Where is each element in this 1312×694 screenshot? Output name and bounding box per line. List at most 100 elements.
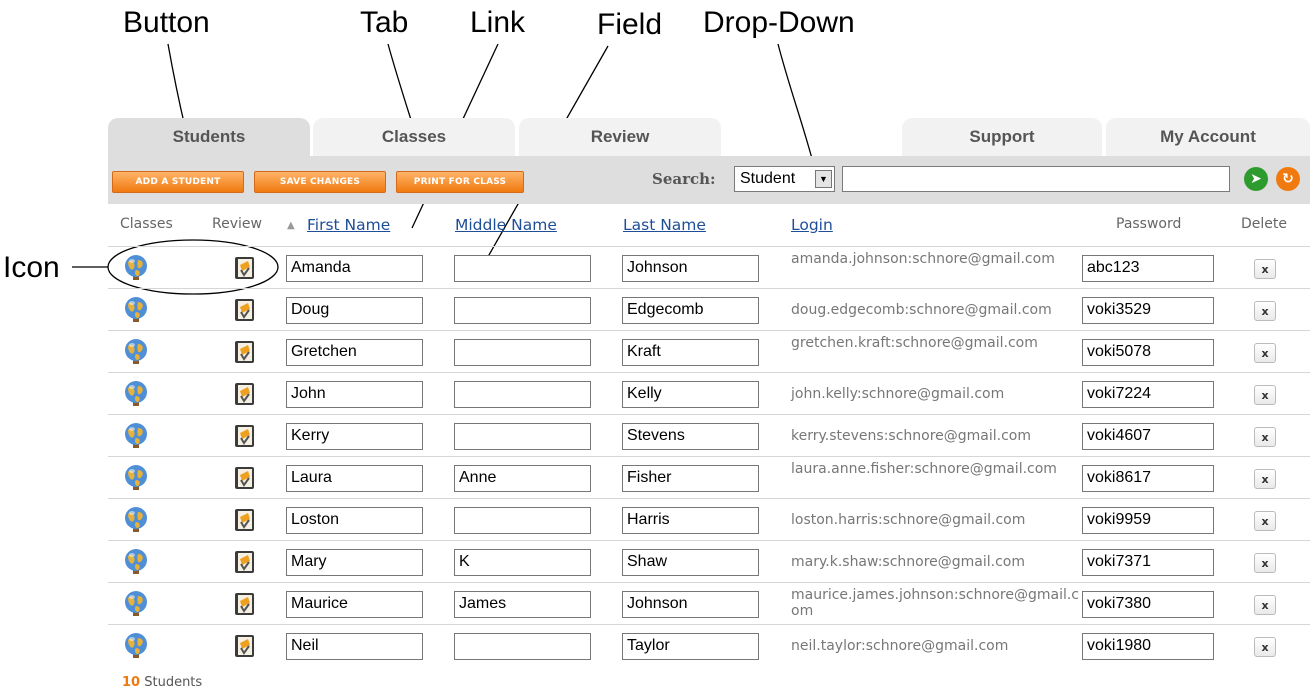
table-row: Loston Harris loston.harris:schnore@gmai… <box>108 498 1310 540</box>
callout-field-label: Field <box>597 8 663 41</box>
column-header-last-name-link[interactable]: Last Name <box>623 216 706 234</box>
last-name-field[interactable]: Stevens <box>622 423 759 450</box>
password-field[interactable]: voki5078 <box>1082 339 1214 366</box>
close-icon[interactable]: x <box>1254 385 1276 405</box>
password-field[interactable]: voki3529 <box>1082 297 1214 324</box>
middle-name-field[interactable] <box>454 633 591 660</box>
last-name-field[interactable]: Johnson <box>622 591 759 618</box>
globe-icon[interactable] <box>122 548 150 576</box>
book-icon[interactable] <box>232 255 258 281</box>
search-input[interactable] <box>842 166 1230 192</box>
middle-name-field[interactable] <box>454 297 591 324</box>
first-name-field[interactable]: Loston <box>286 507 423 534</box>
middle-name-field[interactable]: K <box>454 549 591 576</box>
tab-support[interactable]: Support <box>902 118 1102 156</box>
tab-my-account[interactable]: My Account <box>1106 118 1310 156</box>
middle-name-field[interactable]: James <box>454 591 591 618</box>
last-name-field[interactable]: Johnson <box>622 255 759 282</box>
globe-icon[interactable] <box>122 422 150 450</box>
first-name-field[interactable]: John <box>286 381 423 408</box>
middle-name-field[interactable] <box>454 381 591 408</box>
book-icon[interactable] <box>232 465 258 491</box>
first-name-field[interactable]: Amanda <box>286 255 423 282</box>
column-header-first-name-link[interactable]: First Name <box>307 216 390 234</box>
close-icon[interactable]: x <box>1254 301 1276 321</box>
student-count: 10 Students <box>122 675 202 690</box>
print-for-class-button[interactable]: PRINT FOR CLASS <box>396 171 524 193</box>
globe-icon[interactable] <box>122 632 150 660</box>
globe-icon[interactable] <box>122 254 150 282</box>
globe-icon[interactable] <box>122 380 150 408</box>
first-name-field[interactable]: Kerry <box>286 423 423 450</box>
password-field[interactable]: voki7224 <box>1082 381 1214 408</box>
add-student-button[interactable]: ADD A STUDENT <box>112 171 244 193</box>
book-icon[interactable] <box>232 507 258 533</box>
last-name-field[interactable]: Harris <box>622 507 759 534</box>
password-field[interactable]: voki7380 <box>1082 591 1214 618</box>
login-value: loston.harris:schnore@gmail.com <box>791 512 1026 528</box>
first-name-field[interactable]: Maurice <box>286 591 423 618</box>
close-icon[interactable]: x <box>1254 469 1276 489</box>
close-icon[interactable]: x <box>1254 553 1276 573</box>
book-icon[interactable] <box>232 381 258 407</box>
close-icon[interactable]: x <box>1254 343 1276 363</box>
first-name-field[interactable]: Mary <box>286 549 423 576</box>
search-scope-dropdown[interactable]: Student ▼ <box>734 166 835 192</box>
first-name-field[interactable]: Neil <box>286 633 423 660</box>
book-icon[interactable] <box>232 339 258 365</box>
tab-students[interactable]: Students <box>108 118 310 156</box>
globe-icon[interactable] <box>122 296 150 324</box>
password-field[interactable]: voki8617 <box>1082 465 1214 492</box>
login-value: laura.anne.fisher:schnore@gmail.com <box>791 461 1057 477</box>
last-name-field[interactable]: Shaw <box>622 549 759 576</box>
middle-name-field[interactable]: Anne <box>454 465 591 492</box>
close-icon[interactable]: x <box>1254 427 1276 447</box>
password-field[interactable]: voki1980 <box>1082 633 1214 660</box>
close-icon[interactable]: x <box>1254 595 1276 615</box>
close-icon[interactable]: x <box>1254 511 1276 531</box>
chevron-down-icon[interactable]: ▼ <box>815 170 832 188</box>
last-name-field[interactable]: Fisher <box>622 465 759 492</box>
middle-name-field[interactable] <box>454 507 591 534</box>
first-name-field[interactable]: Laura <box>286 465 423 492</box>
middle-name-field[interactable] <box>454 255 591 282</box>
book-icon[interactable] <box>232 423 258 449</box>
last-name-field[interactable]: Kraft <box>622 339 759 366</box>
save-changes-button[interactable]: SAVE CHANGES <box>254 171 386 193</box>
globe-icon[interactable] <box>122 464 150 492</box>
book-icon[interactable] <box>232 591 258 617</box>
tab-review[interactable]: Review <box>519 118 721 156</box>
arrow-right-icon[interactable]: ➤ <box>1244 167 1268 191</box>
tab-classes[interactable]: Classes <box>313 118 515 156</box>
table-row: Maurice James Johnson maurice.james.john… <box>108 582 1310 624</box>
globe-icon[interactable] <box>122 338 150 366</box>
callout-tab-label: Tab <box>360 6 409 39</box>
middle-name-field[interactable] <box>454 423 591 450</box>
book-icon[interactable] <box>232 297 258 323</box>
last-name-field[interactable]: Edgecomb <box>622 297 759 324</box>
login-value: gretchen.kraft:schnore@gmail.com <box>791 335 1038 351</box>
login-value: maurice.james.johnson:schnore@gmail.com <box>791 587 1080 619</box>
close-icon[interactable]: x <box>1254 637 1276 657</box>
column-header-delete: Delete <box>1241 216 1287 232</box>
last-name-field[interactable]: Kelly <box>622 381 759 408</box>
first-name-field[interactable]: Gretchen <box>286 339 423 366</box>
table-row: Doug Edgecomb doug.edgecomb:schnore@gmai… <box>108 288 1310 330</box>
column-header-login-link[interactable]: Login <box>791 216 833 234</box>
book-icon[interactable] <box>232 549 258 575</box>
globe-icon[interactable] <box>122 590 150 618</box>
table-row: Gretchen Kraft gretchen.kraft:schnore@gm… <box>108 330 1310 372</box>
password-field[interactable]: voki7371 <box>1082 549 1214 576</box>
password-field[interactable]: voki4607 <box>1082 423 1214 450</box>
book-icon[interactable] <box>232 633 258 659</box>
last-name-field[interactable]: Taylor <box>622 633 759 660</box>
refresh-icon[interactable]: ↻ <box>1276 167 1300 191</box>
password-field[interactable]: voki9959 <box>1082 507 1214 534</box>
password-field[interactable]: abc123 <box>1082 255 1214 282</box>
middle-name-field[interactable] <box>454 339 591 366</box>
column-header-middle-name-link[interactable]: Middle Name <box>455 216 557 234</box>
globe-icon[interactable] <box>122 506 150 534</box>
close-icon[interactable]: x <box>1254 259 1276 279</box>
login-value: kerry.stevens:schnore@gmail.com <box>791 428 1032 444</box>
first-name-field[interactable]: Doug <box>286 297 423 324</box>
